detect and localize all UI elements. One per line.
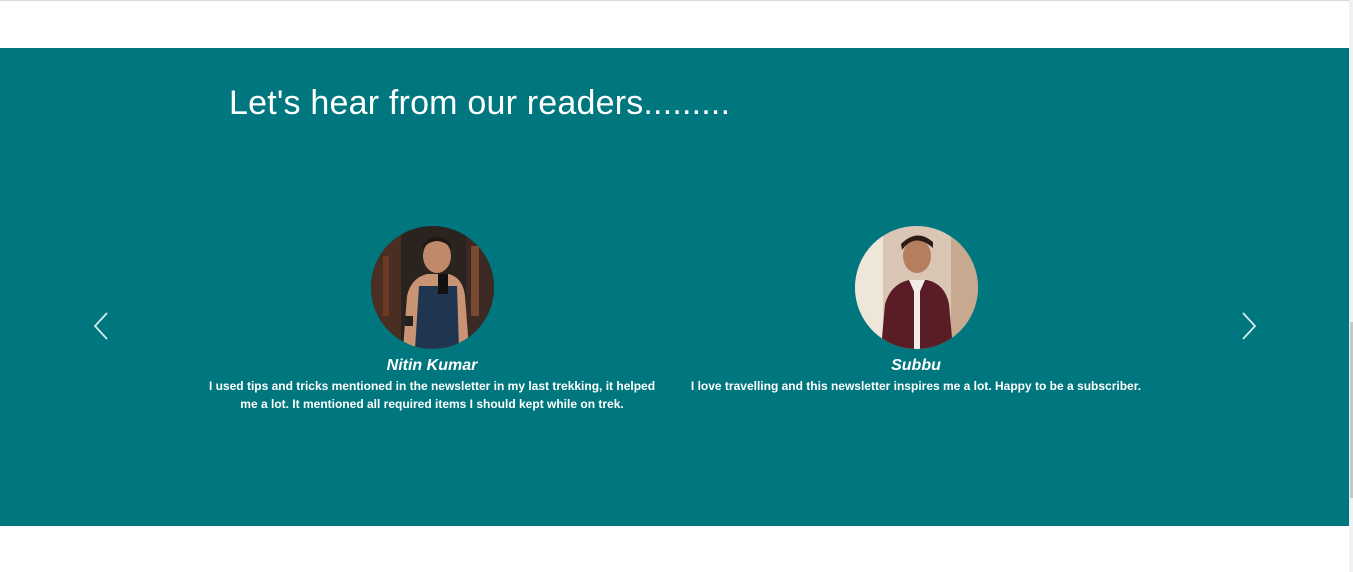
testimonial-card: Subbu I love travelling and this newslet… — [690, 226, 1142, 395]
testimonial-name: Nitin Kumar — [386, 357, 478, 374]
testimonial-quote: I used tips and tricks mentioned in the … — [208, 379, 656, 411]
testimonial-card: Nitin Kumar I used tips and tricks menti… — [206, 226, 658, 413]
testimonial-quote: I love travelling and this newsletter in… — [690, 379, 1142, 393]
testimonial-name: Subbu — [891, 357, 941, 374]
section-heading: Let's hear from our readers......... — [229, 84, 731, 122]
avatar — [854, 226, 978, 349]
chevron-right-icon — [1242, 312, 1257, 340]
testimonials-section: Let's hear from our readers......... Nit… — [0, 48, 1349, 526]
top-divider — [0, 0, 1353, 1]
avatar — [370, 226, 494, 349]
chevron-left-icon — [93, 312, 108, 340]
carousel-next-button[interactable] — [1236, 310, 1260, 342]
carousel-prev-button[interactable] — [90, 310, 114, 342]
